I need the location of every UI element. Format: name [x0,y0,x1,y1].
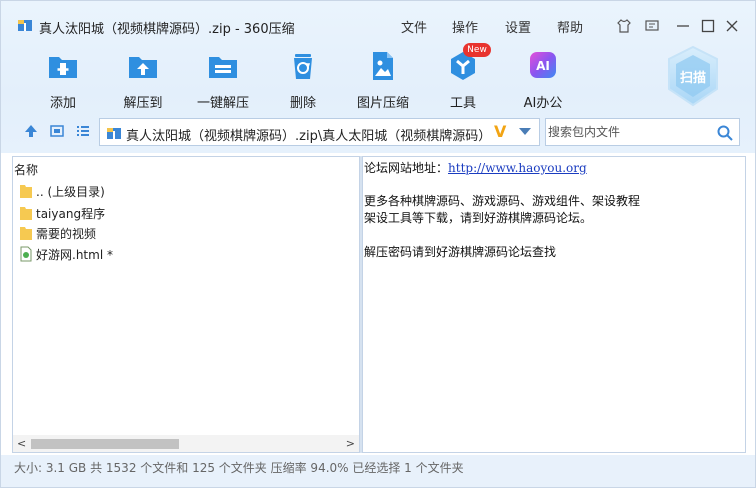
preview-line-4: 解压密码请到好游棋牌源码论坛查找 [364,245,557,259]
extract-to-button[interactable]: 解压到 [108,49,178,111]
chevron-down-icon[interactable] [519,128,531,135]
verify-check-icon: V [494,122,507,141]
address-path: 真人汰阳城（视频棋牌源码）.zip\真人太阳城（视频棋牌源码） - 解包 [126,129,496,144]
file-name: 需要的视频 [36,226,97,241]
file-name: 好游网.html * [36,247,113,262]
list-item[interactable]: taiyang程序 [19,203,105,223]
column-header-name[interactable]: 名称 [13,161,38,178]
add-folder-icon [49,57,77,78]
list-item[interactable]: .. (上级目录) [19,181,105,201]
delete-label: 删除 [289,96,316,111]
comment-preview-panel: 论坛网站地址：http://www.haoyou.org 更多各种棋牌源码、游戏… [362,156,746,453]
extract-to-label: 解压到 [123,96,163,111]
address-bar[interactable]: 真人汰阳城（视频棋牌源码）.zip\真人太阳城（视频棋牌源码） - 解包 V [99,118,540,146]
search-input[interactable] [546,119,706,145]
image-compress-icon [373,52,393,80]
scroll-left-icon[interactable]: < [17,437,26,450]
list-item[interactable]: 好游网.html * [19,244,113,264]
one-click-extract-icon [209,57,237,78]
recycle-bin-icon [294,54,312,79]
search-box[interactable] [545,118,740,146]
status-text: 大小: 3.1 GB 共 1532 个文件和 125 个文件夹 压缩率 94.0… [14,461,464,475]
file-name: .. (上级目录) [36,184,105,199]
add-label: 添加 [49,96,76,111]
scan-label: 扫描 [679,71,706,86]
search-icon[interactable] [716,124,734,142]
window-title: 真人汰阳城（视频棋牌源码）.zip - 360压缩 [39,22,295,37]
horizontal-scrollbar[interactable]: < > [13,435,359,452]
list-view-icon[interactable] [75,123,91,139]
delete-button[interactable]: 删除 [268,49,338,111]
one-click-extract-button[interactable]: 一键解压 [188,49,258,111]
ai-office-button[interactable]: AI AI办公 [508,49,578,111]
tools-button[interactable]: 工具 [428,49,498,111]
app-window: 真人汰阳城（视频棋牌源码）.zip - 360压缩 文件 操作 设置 帮助 添加… [0,0,756,488]
new-badge: New [463,43,491,57]
status-bar: 大小: 3.1 GB 共 1532 个文件和 125 个文件夹 压缩率 94.0… [1,455,755,487]
folder-icon [20,227,32,240]
menu-settings[interactable]: 设置 [505,17,531,36]
add-button[interactable]: 添加 [28,49,98,111]
folder-icon [20,185,32,198]
archive-icon [107,128,121,139]
menu-help[interactable]: 帮助 [557,17,583,36]
svg-text:AI: AI [536,59,550,73]
preview-line-2: 更多各种棋牌源码、游戏源码、游戏组件、架设教程 [364,194,641,208]
scan-button[interactable]: 扫描 [665,45,721,107]
title-bar: 真人汰阳城（视频棋牌源码）.zip - 360压缩 文件 操作 设置 帮助 [1,1,755,37]
header-area: 真人汰阳城（视频棋牌源码）.zip - 360压缩 文件 操作 设置 帮助 添加… [1,1,755,153]
forum-link[interactable]: http://www.haoyou.org [448,161,587,175]
one-click-extract-label: 一键解压 [196,96,249,111]
list-item[interactable]: 需要的视频 [19,223,96,243]
folder-icon [20,207,32,220]
close-icon[interactable] [723,17,741,35]
image-compress-label: 图片压缩 [356,96,409,111]
skin-icon[interactable] [615,17,633,35]
minimize-icon[interactable] [674,17,692,35]
extract-to-icon [129,57,157,78]
forum-url-label: 论坛网站地址： [364,161,449,175]
scroll-right-icon[interactable]: > [346,437,355,450]
ai-office-icon: AI [530,52,556,78]
menu-operation[interactable]: 操作 [452,17,478,36]
image-compress-button[interactable]: 图片压缩 [348,49,418,111]
preview-line-1: 论坛网站地址：http://www.haoyou.org [364,159,587,176]
up-arrow-icon[interactable] [23,123,39,139]
maximize-icon[interactable] [699,17,717,35]
file-name: taiyang程序 [36,206,106,221]
scrollbar-thumb[interactable] [31,439,179,449]
thumbnail-view-icon[interactable] [49,123,65,139]
feedback-icon[interactable] [643,17,661,35]
archive-app-icon [18,20,32,31]
menu-file[interactable]: 文件 [401,17,427,36]
html-file-icon [20,246,32,262]
tools-label: 工具 [449,96,476,111]
ai-office-label: AI办公 [523,96,563,111]
preview-line-3: 架设工具等下载，请到好游棋牌源码论坛。 [364,211,593,225]
file-list-panel: 名称 .. (上级目录) taiyang程序 需要的视频 好游网.html * [12,156,360,453]
